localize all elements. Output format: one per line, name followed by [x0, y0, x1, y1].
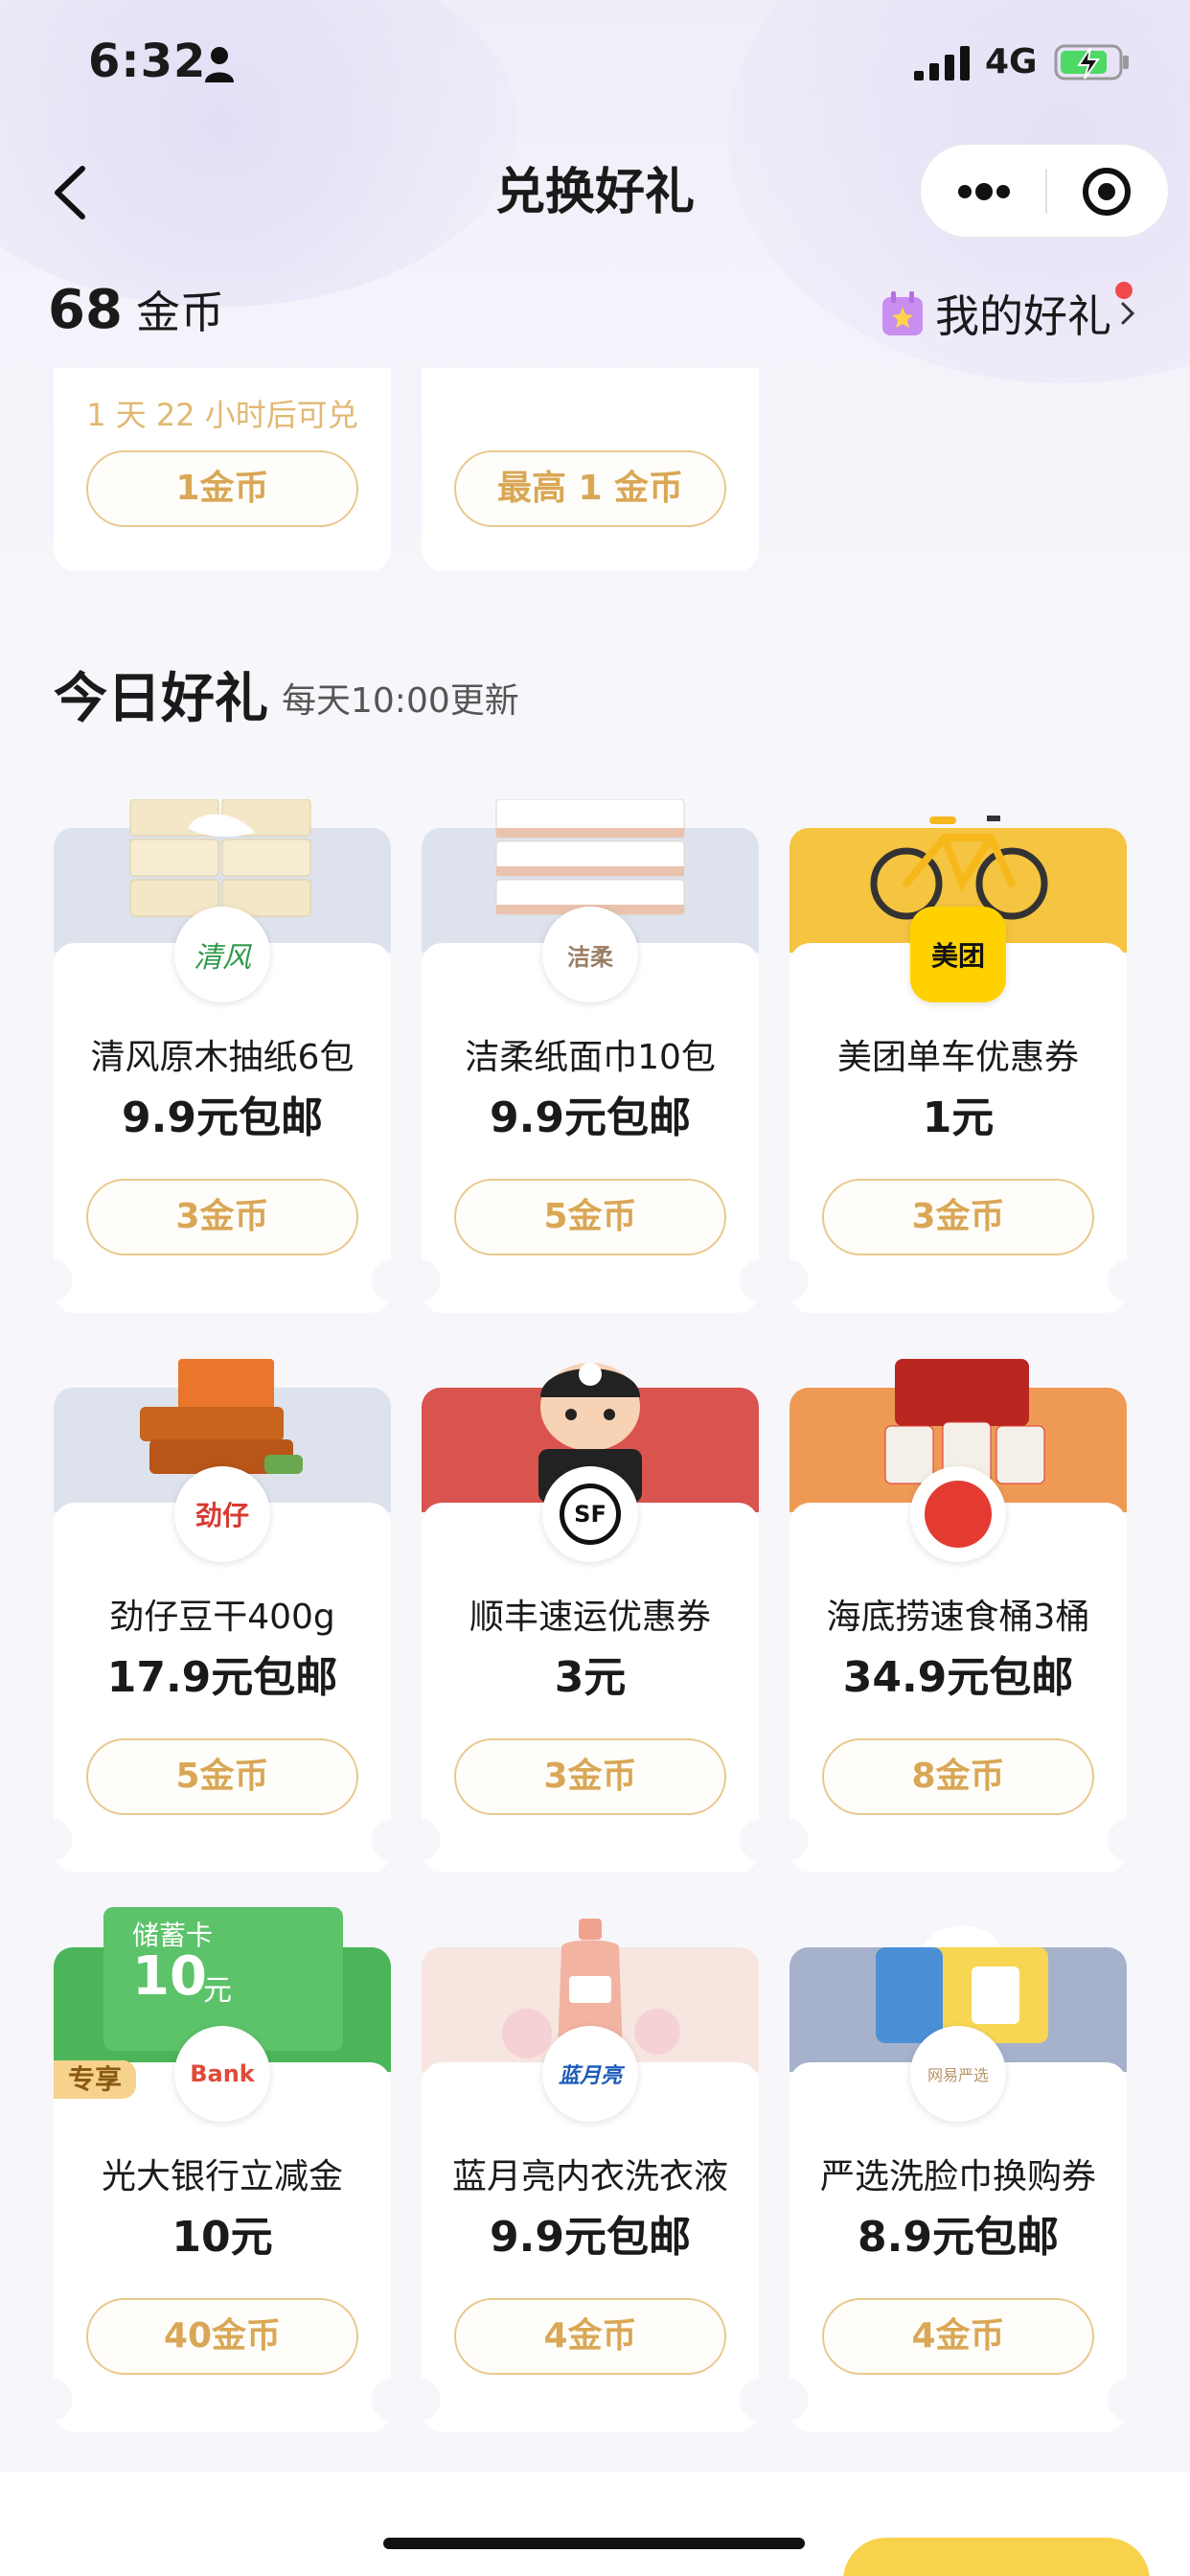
product-card[interactable]: 网易严选 严选洗脸巾换购券 8.9元包邮 4金币: [788, 1925, 1129, 2432]
partial-action-button[interactable]: [843, 2538, 1150, 2576]
product-card-body: 洁柔 洁柔纸面巾10包 9.9元包邮 5金币: [420, 907, 761, 1313]
status-time: 6:32: [88, 34, 207, 88]
section-title: 今日好礼: [54, 668, 268, 730]
product-name: 洁柔纸面巾10包: [465, 1038, 716, 1077]
product-card[interactable]: 劲仔 劲仔豆干400g 17.9元包邮 5金币: [52, 1359, 393, 1873]
redeem-button[interactable]: 8金币: [822, 1738, 1094, 1815]
product-card[interactable]: 储蓄卡 10 元 Bank 光大银行立减金 10元 40金币 专享: [52, 1907, 393, 2432]
more-dots-icon[interactable]: [921, 145, 1045, 239]
qingfeng-logo-icon: 清风: [174, 907, 270, 1002]
product-price: 3元: [554, 1653, 627, 1702]
redeem-button[interactable]: 4金币: [822, 2298, 1094, 2375]
redeem-button[interactable]: 5金币: [86, 1738, 358, 1815]
product-price: 34.9元包邮: [842, 1653, 1074, 1702]
product-name: 清风原木抽纸6包: [90, 1038, 355, 1077]
product-name: 劲仔豆干400g: [109, 1598, 335, 1637]
product-name: 美团单车优惠券: [836, 1038, 1079, 1077]
product-price: 10元: [172, 2213, 273, 2262]
status-bar: 6:32 4G: [0, 0, 1190, 134]
jd-logo-icon: [910, 1466, 1006, 1562]
redeem-button[interactable]: 40金币: [86, 2298, 358, 2375]
product-name: 光大银行立减金: [101, 2157, 343, 2196]
product-card[interactable]: 海底捞速食桶3桶 34.9元包邮 8金币: [788, 1359, 1129, 1873]
redeem-button[interactable]: 3金币: [822, 1179, 1094, 1255]
network-type: 4G: [985, 42, 1038, 81]
coin-count: 68: [48, 279, 123, 341]
section-subtitle: 每天10:00更新: [282, 681, 519, 721]
bluemoon-logo-icon: 蓝月亮: [542, 2026, 638, 2122]
product-card-body: 网易严选 严选洗脸巾换购券 8.9元包邮 4金币: [788, 2026, 1129, 2432]
coin-balance: 68 金币: [48, 278, 224, 345]
gift-calendar-icon: [882, 291, 923, 335]
signal-icon: [914, 46, 970, 80]
battery-charging-icon: [1054, 44, 1129, 80]
product-card-body: SF 顺丰速运优惠券 3元 3金币: [420, 1466, 761, 1873]
redeem-button[interactable]: 5金币: [454, 1179, 726, 1255]
countdown-text: 1 天 22 小时后可兑: [86, 397, 358, 433]
yanxuan-logo-icon: 网易严选: [910, 2026, 1006, 2122]
mini-program-capsule: [920, 144, 1169, 238]
home-indicator[interactable]: [383, 2538, 805, 2549]
my-gifts-label: 我的好礼: [935, 290, 1111, 342]
chevron-right-icon: [1121, 302, 1135, 325]
redeem-button[interactable]: 最高 1 金币: [454, 450, 726, 527]
product-card[interactable]: 洁柔 洁柔纸面巾10包 9.9元包邮 5金币: [420, 799, 761, 1313]
product-price: 17.9元包邮: [106, 1653, 338, 1702]
jinzai-logo-icon: 劲仔: [174, 1466, 270, 1562]
redeem-button[interactable]: 4金币: [454, 2298, 726, 2375]
product-card-body: Bank 光大银行立减金 10元 40金币: [52, 2026, 393, 2432]
product-card[interactable]: 美团 美团单车优惠券 1元 3金币: [788, 816, 1129, 1313]
product-price: 8.9元包邮: [858, 2213, 1059, 2262]
coin-unit: 金币: [135, 287, 224, 338]
redeem-button[interactable]: 3金币: [86, 1179, 358, 1255]
product-card-body: 蓝月亮 蓝月亮内衣洗衣液 9.9元包邮 4金币: [420, 2026, 761, 2432]
my-gifts-link[interactable]: 我的好礼: [880, 280, 1138, 347]
jierou-logo-icon: 洁柔: [542, 907, 638, 1002]
next-section-partial: [0, 2472, 1190, 2576]
person-icon: [205, 47, 234, 82]
product-name: 严选洗脸巾换购券: [819, 2157, 1096, 2196]
product-price: 9.9元包邮: [490, 2213, 691, 2262]
product-card[interactable]: 蓝月亮 蓝月亮内衣洗衣液 9.9元包邮 4金币: [420, 1919, 761, 2432]
product-card-body: 海底捞速食桶3桶 34.9元包邮 8金币: [788, 1466, 1129, 1873]
product-card[interactable]: SF 顺丰速运优惠券 3元 3金币: [420, 1363, 761, 1873]
close-target-icon[interactable]: [1047, 145, 1170, 239]
bank-logo-icon: Bank: [174, 2026, 270, 2122]
partial-gift-card: 最高 1 金币: [422, 368, 759, 571]
sf-express-logo-icon: SF: [542, 1466, 638, 1562]
product-price: 9.9元包邮: [490, 1093, 691, 1142]
product-card-body: 美团 美团单车优惠券 1元 3金币: [788, 907, 1129, 1313]
product-name: 顺丰速运优惠券: [469, 1598, 711, 1637]
product-price: 9.9元包邮: [122, 1093, 323, 1142]
redeem-button[interactable]: 3金币: [454, 1738, 726, 1815]
partial-gift-card: 1 天 22 小时后可兑 1金币: [54, 368, 391, 571]
product-card-body: 清风 清风原木抽纸6包 9.9元包邮 3金币: [52, 907, 393, 1313]
notification-dot: [1115, 282, 1133, 299]
product-card-body: 劲仔 劲仔豆干400g 17.9元包邮 5金币: [52, 1466, 393, 1873]
product-price: 1元: [922, 1093, 995, 1142]
product-name: 海底捞速食桶3桶: [826, 1598, 1090, 1637]
meituan-logo-icon: 美团: [910, 907, 1006, 1002]
product-name: 蓝月亮内衣洗衣液: [451, 2157, 728, 2196]
product-card[interactable]: 清风 清风原木抽纸6包 9.9元包邮 3金币: [52, 799, 393, 1313]
redeem-button[interactable]: 1金币: [86, 450, 358, 527]
exclusive-badge: 专享: [54, 2060, 136, 2099]
